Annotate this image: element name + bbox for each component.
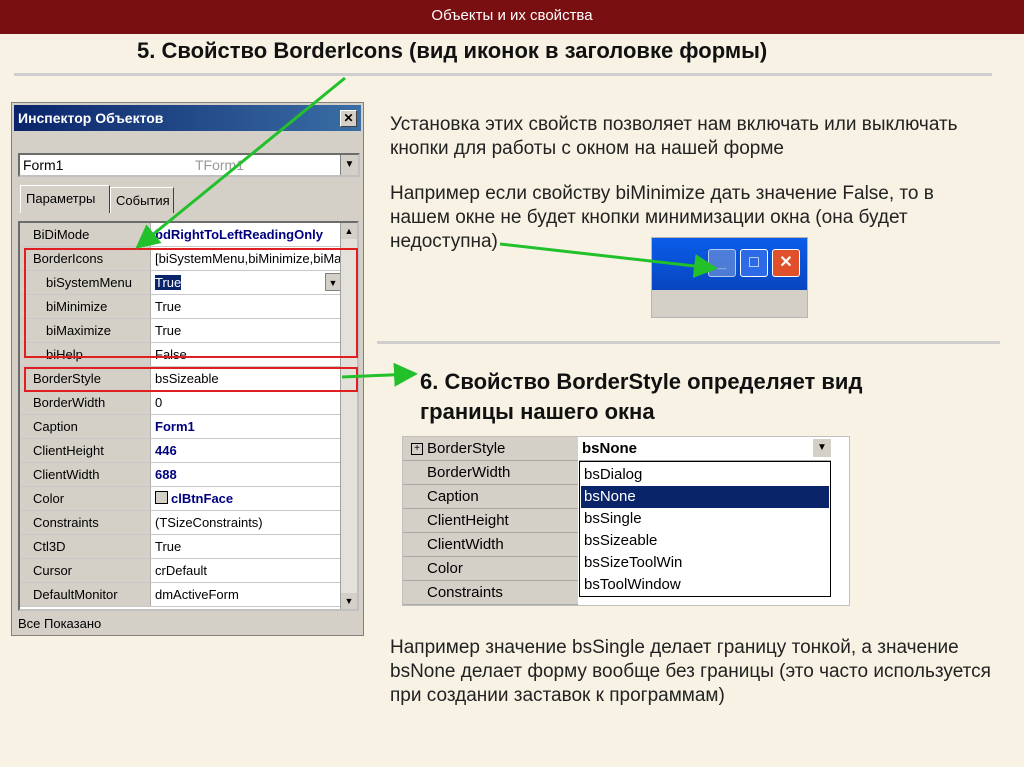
arrow-to-border-style (341, 362, 418, 387)
arrow-to-border-icons (135, 76, 346, 249)
annotation-arrows (135, 76, 718, 387)
arrow-to-window-buttons (499, 242, 718, 278)
